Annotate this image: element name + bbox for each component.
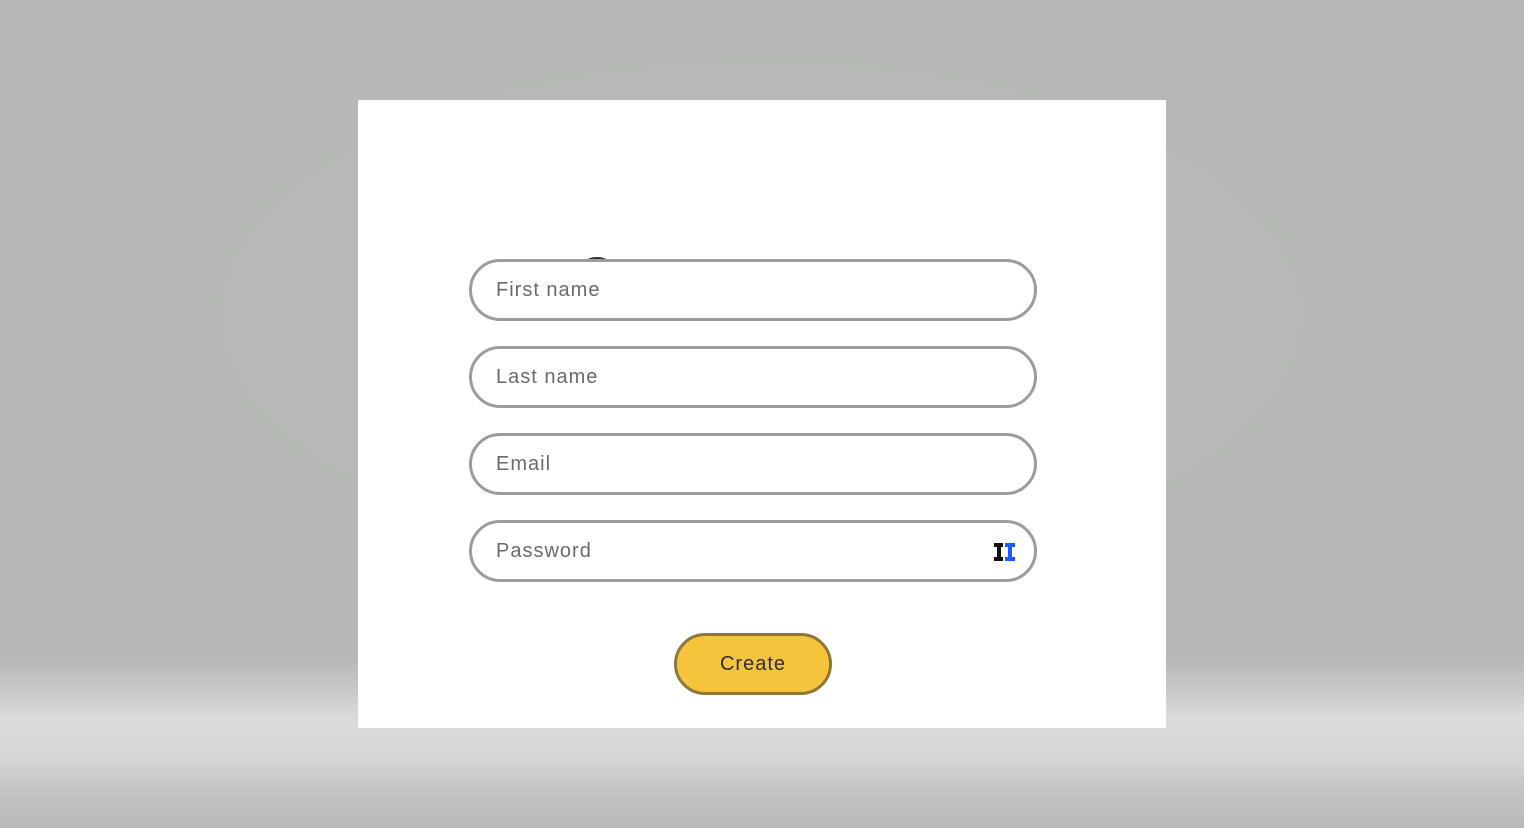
- email-field[interactable]: [469, 433, 1037, 495]
- create-button[interactable]: Create: [674, 633, 832, 695]
- first-name-field[interactable]: [469, 259, 1037, 321]
- first-name-input[interactable]: [496, 262, 976, 318]
- last-name-field[interactable]: [469, 346, 1037, 408]
- password-field[interactable]: [469, 520, 1037, 582]
- password-manager-icon[interactable]: [994, 543, 1016, 561]
- email-input[interactable]: [496, 436, 976, 492]
- signup-card: Create account Create: [358, 100, 1166, 728]
- last-name-input[interactable]: [496, 349, 976, 405]
- password-input[interactable]: [496, 523, 976, 579]
